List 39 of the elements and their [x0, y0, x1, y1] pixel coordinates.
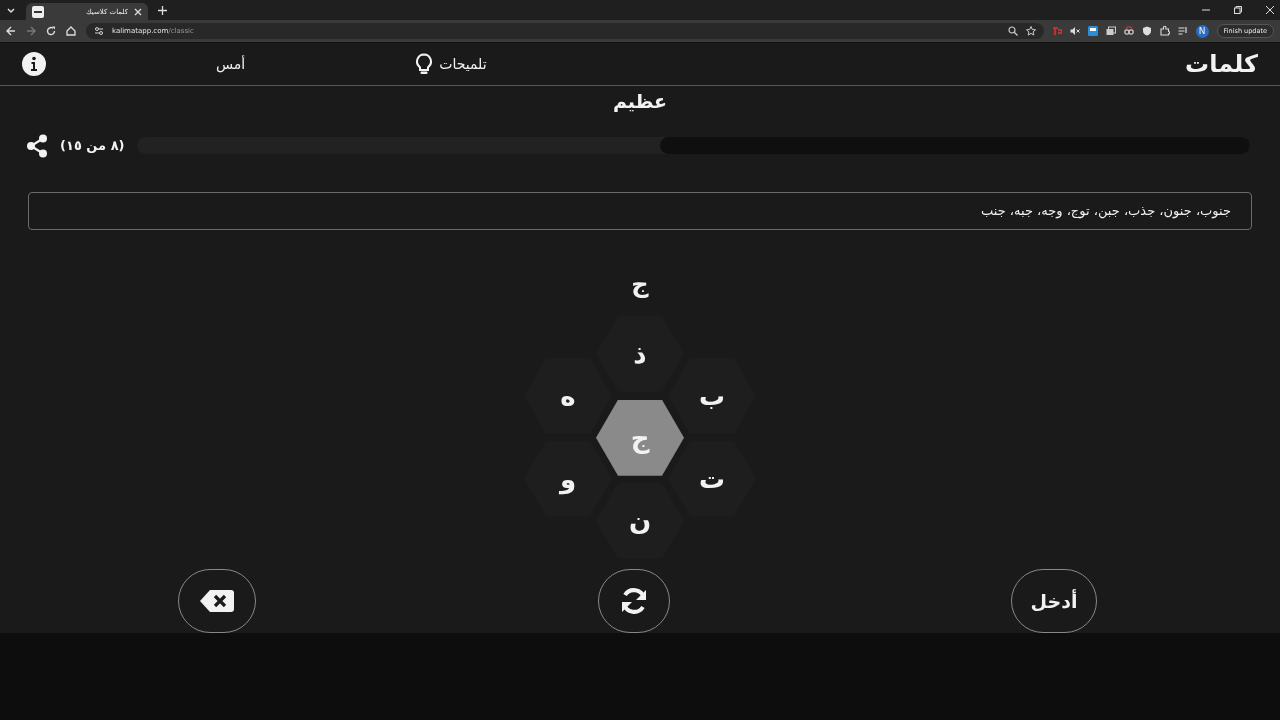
extension-icon[interactable]: [1105, 26, 1116, 36]
typed-letters: ج: [631, 269, 649, 300]
back-icon[interactable]: [6, 26, 16, 36]
new-tab-icon[interactable]: [158, 5, 167, 15]
progress-count: (٨ من ١٥): [60, 138, 125, 154]
restore-icon[interactable]: [1234, 6, 1242, 14]
yesterday-button[interactable]: أمس: [216, 55, 246, 72]
media-icon[interactable]: [1177, 26, 1188, 36]
letter-tile[interactable]: ه: [524, 357, 612, 434]
mute-icon[interactable]: [1069, 26, 1080, 36]
forward-icon[interactable]: [26, 26, 36, 36]
backspace-icon: [200, 590, 234, 612]
letter-tile[interactable]: ذ: [596, 315, 684, 392]
found-words-box[interactable]: جنوب، جنون، جذب، جبن، توج، وجه، جبه، جنب: [28, 191, 1252, 230]
hints-button[interactable]: تلميحات: [415, 52, 487, 75]
shield-icon[interactable]: [1141, 26, 1152, 36]
letter-tile[interactable]: ن: [596, 482, 684, 559]
home-icon[interactable]: [66, 26, 76, 36]
profile-avatar[interactable]: N: [1195, 24, 1209, 38]
lightbulb-icon: [415, 52, 434, 75]
site-icon: [32, 5, 44, 18]
reload-icon[interactable]: [46, 26, 56, 36]
extension-icon[interactable]: [1087, 26, 1098, 36]
info-icon[interactable]: [22, 51, 46, 76]
close-icon[interactable]: [1266, 6, 1274, 14]
letter-tile[interactable]: و: [524, 440, 612, 517]
star-icon[interactable]: [1025, 26, 1036, 36]
extensions-icon[interactable]: [1159, 26, 1170, 36]
letter-tile[interactable]: ت: [668, 440, 756, 517]
rank-title: عظيم: [612, 89, 668, 114]
zoom-icon[interactable]: [1007, 26, 1018, 36]
extension-icon[interactable]: [1123, 26, 1134, 36]
letter-tile[interactable]: ب: [668, 357, 756, 434]
minimize-icon[interactable]: [1202, 6, 1210, 14]
found-words: جنوب، جنون، جذب، جبن، توج، وجه، جبه، جنب: [980, 203, 1231, 219]
share-icon[interactable]: [26, 133, 48, 158]
site-settings-icon[interactable]: [94, 26, 104, 36]
app-logo: كلمات: [1185, 49, 1258, 78]
close-icon[interactable]: [134, 7, 142, 16]
